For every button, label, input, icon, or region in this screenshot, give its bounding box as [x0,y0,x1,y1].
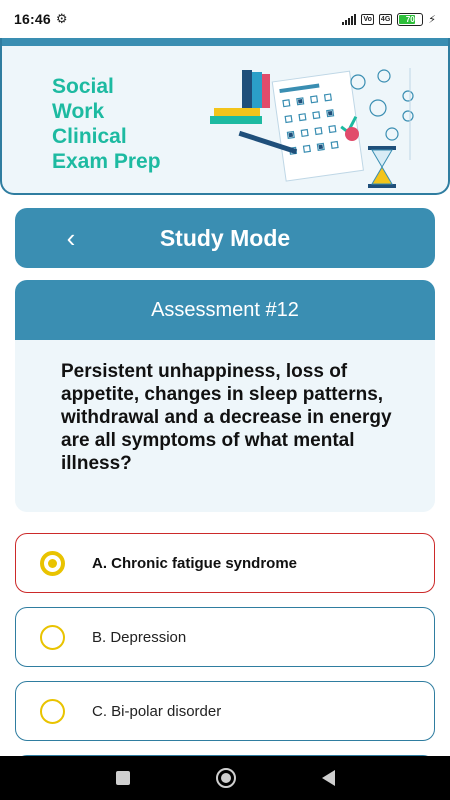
question-card: Assessment #12 Persistent unhappiness, l… [15,280,435,512]
question-text: Persistent unhappiness, loss of appetite… [61,361,392,474]
answer-option-label: B. Depression [92,628,187,646]
answer-option-b[interactable]: B. Depression [15,607,435,667]
back-button[interactable]: ‹ [55,222,87,254]
status-time: 16:46 [14,11,51,27]
answer-option-a[interactable]: A. Chronic fatigue syndrome [15,533,435,593]
screen: 16:46 ⚙ Vo 4G 70 ⚡ Social Work Clinical … [0,0,450,800]
question-number: Assessment #12 [151,298,299,321]
study-mode-bar: ‹ Study Mode [15,208,435,268]
home-icon[interactable] [215,768,236,788]
chevron-left-icon: ‹ [66,222,76,253]
radio-button[interactable] [40,624,65,650]
answer-option-label: A. Chronic fatigue syndrome [92,554,298,572]
system-nav-bar [0,756,450,800]
app-header-banner: Social Work Clinical Exam Prep [0,38,450,195]
status-indicators: Vo 4G 70 ⚡ [342,12,436,26]
books-icon [210,70,270,124]
answer-option-c[interactable]: C. Bi-polar disorder [15,681,435,741]
study-mode-title: Study Mode [159,224,291,251]
answer-option-label: C. Bi-polar disorder [92,702,222,720]
settings-gear-icon: ⚙ [55,11,68,26]
network-type-label: 4G [378,13,393,25]
status-bar: 16:46 ⚙ Vo 4G 70 ⚡ [0,0,450,38]
radio-button[interactable] [40,698,65,724]
radio-button-selected[interactable] [40,550,65,576]
signal-strength-icon [342,13,357,25]
recent-apps-icon[interactable] [115,771,130,785]
battery-icon: 70 [397,12,424,26]
decorative-badges-icon [350,69,414,141]
battery-level: 70 [405,14,415,24]
volte-icon: Vo [361,13,374,25]
exam-illustration [210,68,414,188]
hourglass-icon [368,146,396,188]
question-header: Assessment #12 [15,280,435,340]
back-triangle-icon[interactable] [321,770,335,786]
charging-bolt-icon: ⚡ [428,13,436,26]
answer-sheet-icon [271,70,364,182]
app-title: Social Work Clinical Exam Prep [52,75,161,173]
